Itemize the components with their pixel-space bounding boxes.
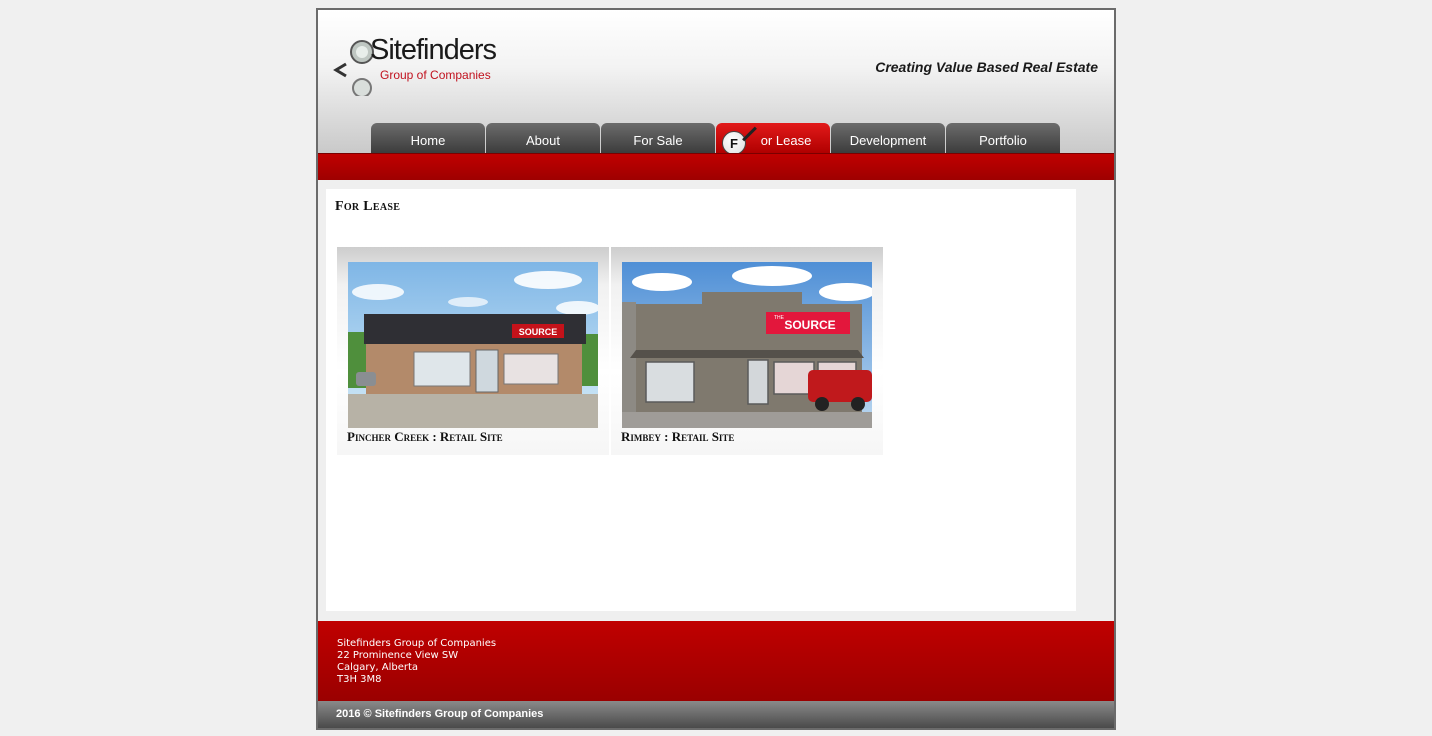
nav-development[interactable]: Development [831, 123, 945, 153]
nav-label: About [526, 132, 560, 148]
footer-street: 22 Prominence View SW [337, 650, 459, 661]
storefront-sign: SOURCE [519, 327, 558, 337]
listing-caption[interactable]: Rimbey : Retail Site [621, 429, 734, 445]
listing-photo[interactable]: SOURCE [348, 262, 598, 428]
footer-city: Calgary, Alberta [337, 662, 419, 673]
main-nav: Home About For Sale F or Lease Developme… [371, 123, 1061, 155]
site-logo[interactable]: Sitefinders Group of Companies [332, 34, 522, 106]
logo-subtitle: Group of Companies [380, 68, 491, 82]
page-frame: Sitefinders Group of Companies Creating … [316, 8, 1116, 730]
copyright-text: 2016 © Sitefinders Group of Companies [336, 708, 544, 720]
header-red-band [318, 153, 1114, 180]
footer-postal: T3H 3M8 [337, 674, 382, 685]
nav-home[interactable]: Home [371, 123, 485, 153]
nav-about[interactable]: About [486, 123, 600, 153]
logo-title: Sitefinders [370, 34, 497, 66]
footer-address: Sitefinders Group of Companies 22 Promin… [337, 638, 496, 686]
nav-for-lease[interactable]: F or Lease [716, 123, 830, 155]
nav-label: Home [410, 132, 446, 148]
site-tagline: Creating Value Based Real Estate [875, 59, 1098, 75]
magnifier-letter-icon: F [722, 126, 757, 155]
nav-for-sale[interactable]: For Sale [601, 123, 715, 153]
nav-label: Portfolio [979, 132, 1027, 148]
main-content: For Lease SOURCE Pincher Creek: Retail … [326, 189, 1076, 611]
listing-caption[interactable]: Pincher Creek : Retail Site [347, 429, 503, 445]
listing-pincher-creek[interactable]: SOURCE Pincher Creek : Retail Site [337, 247, 609, 455]
site-footer: Sitefinders Group of Companies 22 Promin… [318, 621, 1114, 701]
listing-rimbey[interactable]: THE SOURCE Rimbey : Retail Site [611, 247, 883, 455]
nav-label: Development [849, 132, 927, 148]
storefront-sign-small: THE [774, 315, 785, 321]
listing-photo[interactable]: THE SOURCE [622, 262, 872, 428]
nav-portfolio[interactable]: Portfolio [946, 123, 1060, 153]
storefront-sign: SOURCE [784, 318, 835, 332]
nav-badge-letter: F [730, 135, 738, 151]
copyright-bar: 2016 © Sitefinders Group of Companies [318, 701, 1114, 728]
footer-company: Sitefinders Group of Companies [337, 638, 497, 649]
page-title: For Lease [335, 199, 401, 214]
site-header: Sitefinders Group of Companies Creating … [318, 10, 1114, 155]
nav-label: For Sale [633, 132, 683, 148]
